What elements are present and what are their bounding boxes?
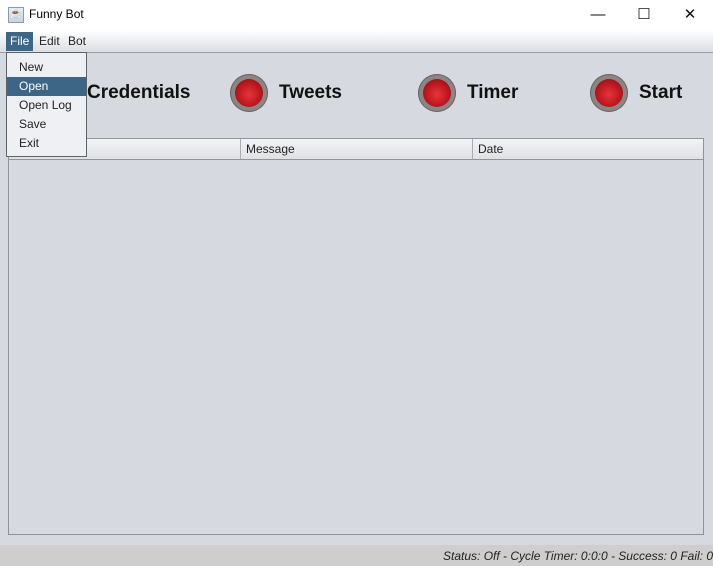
menu-item-new[interactable]: New bbox=[7, 58, 86, 77]
column-header-date[interactable]: Date bbox=[473, 139, 703, 159]
menu-item-open[interactable]: Open bbox=[7, 77, 86, 96]
indicator-label: Tweets bbox=[279, 82, 343, 103]
close-button[interactable]: ✕ bbox=[667, 0, 713, 30]
menu-bar: File Edit Bot bbox=[0, 30, 713, 53]
table-header: Message Date bbox=[9, 139, 703, 160]
menu-bot[interactable]: Bot bbox=[64, 32, 90, 51]
indicator-label: Start bbox=[639, 82, 683, 103]
tweets-table[interactable]: Message Date bbox=[8, 138, 704, 535]
indicator-label: Credentials bbox=[87, 82, 191, 103]
menu-file[interactable]: File bbox=[6, 32, 34, 51]
minimize-icon: — bbox=[590, 6, 606, 23]
close-icon: ✕ bbox=[683, 6, 697, 23]
indicator-label: Timer bbox=[467, 82, 519, 103]
status-led-icon bbox=[418, 74, 456, 112]
column-header-message[interactable]: Message bbox=[241, 139, 473, 159]
title-bar: ☕ Funny Bot — ☐ ✕ bbox=[0, 0, 713, 30]
menu-item-open-log[interactable]: Open Log bbox=[7, 96, 86, 115]
status-bar: Status: Off - Cycle Timer: 0:0:0 - Succe… bbox=[0, 545, 713, 566]
status-text: Status: Off - Cycle Timer: 0:0:0 - Succe… bbox=[443, 549, 713, 563]
menu-edit[interactable]: Edit bbox=[35, 32, 64, 51]
maximize-button[interactable]: ☐ bbox=[621, 0, 667, 30]
file-menu-dropdown: New Open Open Log Save Exit bbox=[6, 52, 87, 157]
menu-item-save[interactable]: Save bbox=[7, 115, 86, 134]
maximize-icon: ☐ bbox=[637, 6, 651, 23]
minimize-button[interactable]: — bbox=[575, 0, 621, 30]
java-app-icon: ☕ bbox=[8, 7, 24, 23]
status-led-icon bbox=[590, 74, 628, 112]
menu-item-exit[interactable]: Exit bbox=[7, 134, 86, 153]
window-title: Funny Bot bbox=[29, 7, 84, 21]
status-led-icon bbox=[230, 74, 268, 112]
